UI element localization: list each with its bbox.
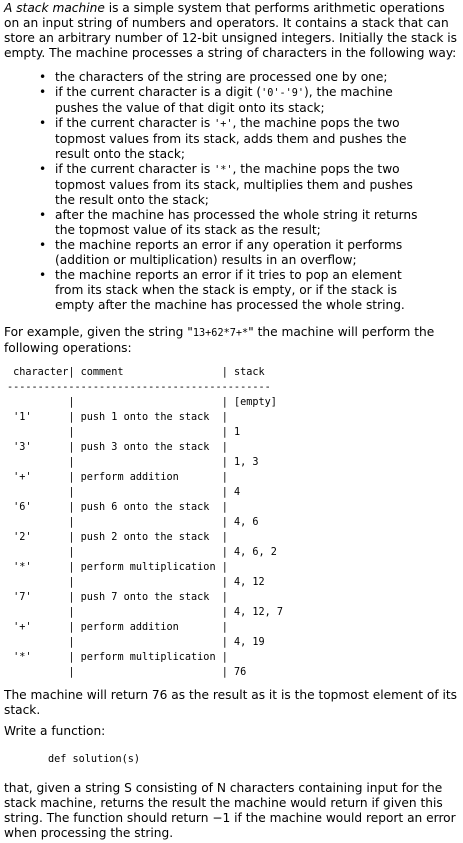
trace-separator: ----------------------------------------… xyxy=(7,382,271,393)
trace-cell-character: '+' xyxy=(13,472,32,483)
trace-row: | | 1 xyxy=(68,427,241,438)
trace-row: '*' | perform multiplication | xyxy=(13,562,228,573)
bullet-icon: • xyxy=(39,85,47,99)
example-text-before: For example, given the string " xyxy=(4,325,193,339)
trace-cell-stack: 4, 6, 2 xyxy=(233,547,277,558)
trace-cell-stack: 1, 3 xyxy=(233,457,259,468)
trace-cell-comment: push 6 onto the stack xyxy=(80,502,210,513)
trace-cell-stack: 4, 12, 7 xyxy=(233,607,284,618)
rule-text: the machine reports an error if any oper… xyxy=(55,238,403,267)
rule-item: • if the current character is a digit ('0… xyxy=(4,85,425,116)
trace-cell-character: '3' xyxy=(13,442,32,453)
function-signature: def solution(s) xyxy=(48,754,141,765)
trace-cell-stack: 4, 6 xyxy=(233,517,259,528)
rule-item: • if the current character is '+', the ma… xyxy=(4,116,425,162)
trace-row: '2' | push 2 onto the stack | xyxy=(13,532,228,543)
trace-cell-character: '*' xyxy=(13,562,32,573)
rule-text: if the current character is xyxy=(55,162,215,176)
trace-cell-stack: [empty] xyxy=(233,397,277,408)
bullet-icon: • xyxy=(39,70,47,84)
trace-cell-comment: push 1 onto the stack xyxy=(80,412,210,423)
trace-row: | | 1, 3 xyxy=(68,457,259,468)
trace-cell-comment: perform multiplication xyxy=(80,652,216,663)
trace-cell-stack: 4, 12 xyxy=(233,577,265,588)
rule-item: • the characters of the string are proces… xyxy=(4,70,425,85)
trace-cell-character: '+' xyxy=(13,622,32,633)
rule-code: '+' xyxy=(214,119,233,130)
rules-list: • the characters of the string are proces… xyxy=(4,70,425,313)
rule-text: after the machine has processed the whol… xyxy=(55,208,418,237)
trace-row: | | 4, 19 xyxy=(68,637,265,648)
trace-cell-character: '7' xyxy=(13,592,32,603)
trace-cell-character: character xyxy=(13,367,69,378)
trace-cell-stack: stack xyxy=(233,367,265,378)
trace-cell-stack: 76 xyxy=(233,667,247,678)
trace-row: '+' | perform addition | xyxy=(13,472,228,483)
trace-cell-character: '1' xyxy=(13,412,32,423)
trace-row: | | 4, 12 xyxy=(68,577,265,588)
trace-cell-comment: push 2 onto the stack xyxy=(80,532,210,543)
trace-cell-character: '*' xyxy=(13,652,32,663)
rule-item: • the machine reports an error if it trie… xyxy=(4,268,425,313)
trace-row: | | 4, 6 xyxy=(68,517,259,528)
trace-cell-stack: 4, 19 xyxy=(233,637,265,648)
trace-cell-character: '2' xyxy=(13,532,32,543)
rule-text: the machine reports an error if it tries… xyxy=(55,268,405,312)
intro-paragraph: A stack machine is a simple system that … xyxy=(4,1,460,61)
trace-cell-stack: 1 xyxy=(233,427,241,438)
trace-row: | | 76 xyxy=(68,667,247,678)
write-function-label: Write a function: xyxy=(4,724,106,738)
rule-item: • after the machine has processed the who… xyxy=(4,208,425,238)
trace-header: character| comment | stack xyxy=(13,367,265,378)
trace-cell-character: '6' xyxy=(13,502,32,513)
rule-text: if the current character is xyxy=(55,116,215,130)
trace-row: '+' | perform addition | xyxy=(13,622,228,633)
bullet-icon: • xyxy=(39,162,47,176)
bullet-icon: • xyxy=(39,268,47,282)
rule-code: '0'-'9' xyxy=(261,88,305,99)
bullet-icon: • xyxy=(39,238,47,252)
trace-cell-comment: comment xyxy=(80,367,124,378)
trace-row: | | 4, 12, 7 xyxy=(68,607,284,618)
final-paragraph: that, given a string S consisting of N c… xyxy=(4,781,456,840)
trace-cell-stack: 4 xyxy=(233,487,241,498)
trace-row: | | 4 xyxy=(68,487,241,498)
trace-row: '3' | push 3 onto the stack | xyxy=(13,442,228,453)
trace-cell-comment: push 7 onto the stack xyxy=(80,592,210,603)
trace-row: | | 4, 6, 2 xyxy=(68,547,277,558)
rule-text: the characters of the string are process… xyxy=(55,70,388,84)
result-paragraph: The machine will return 76 as the result… xyxy=(4,688,458,717)
trace-row: '7' | push 7 onto the stack | xyxy=(13,592,228,603)
trace-row: | | [empty] xyxy=(68,397,277,408)
example-string: 13+62*7+* xyxy=(192,328,249,339)
operations-trace: character| comment | stack --------------… xyxy=(7,365,283,680)
trace-cell-comment: perform addition xyxy=(80,622,179,633)
trace-cell-comment: perform multiplication xyxy=(80,562,216,573)
trace-cell-comment: perform addition xyxy=(80,472,179,483)
rule-text: if the current character is a digit ( xyxy=(55,85,262,99)
rule-item: • if the current character is '*', the ma… xyxy=(4,162,425,208)
bullet-icon: • xyxy=(39,208,47,222)
trace-cell-comment: push 3 onto the stack xyxy=(80,442,210,453)
example-paragraph: For example, given the string "13+62*7+*… xyxy=(4,325,460,356)
trace-row: '6' | push 6 onto the stack | xyxy=(13,502,228,513)
rule-item: • the machine reports an error if any ope… xyxy=(4,238,425,268)
trace-row: '*' | perform multiplication | xyxy=(13,652,228,663)
intro-term: A stack machine xyxy=(4,1,105,15)
rule-code: '*' xyxy=(214,165,233,176)
trace-row: '1' | push 1 onto the stack | xyxy=(13,412,228,423)
bullet-icon: • xyxy=(39,116,47,130)
